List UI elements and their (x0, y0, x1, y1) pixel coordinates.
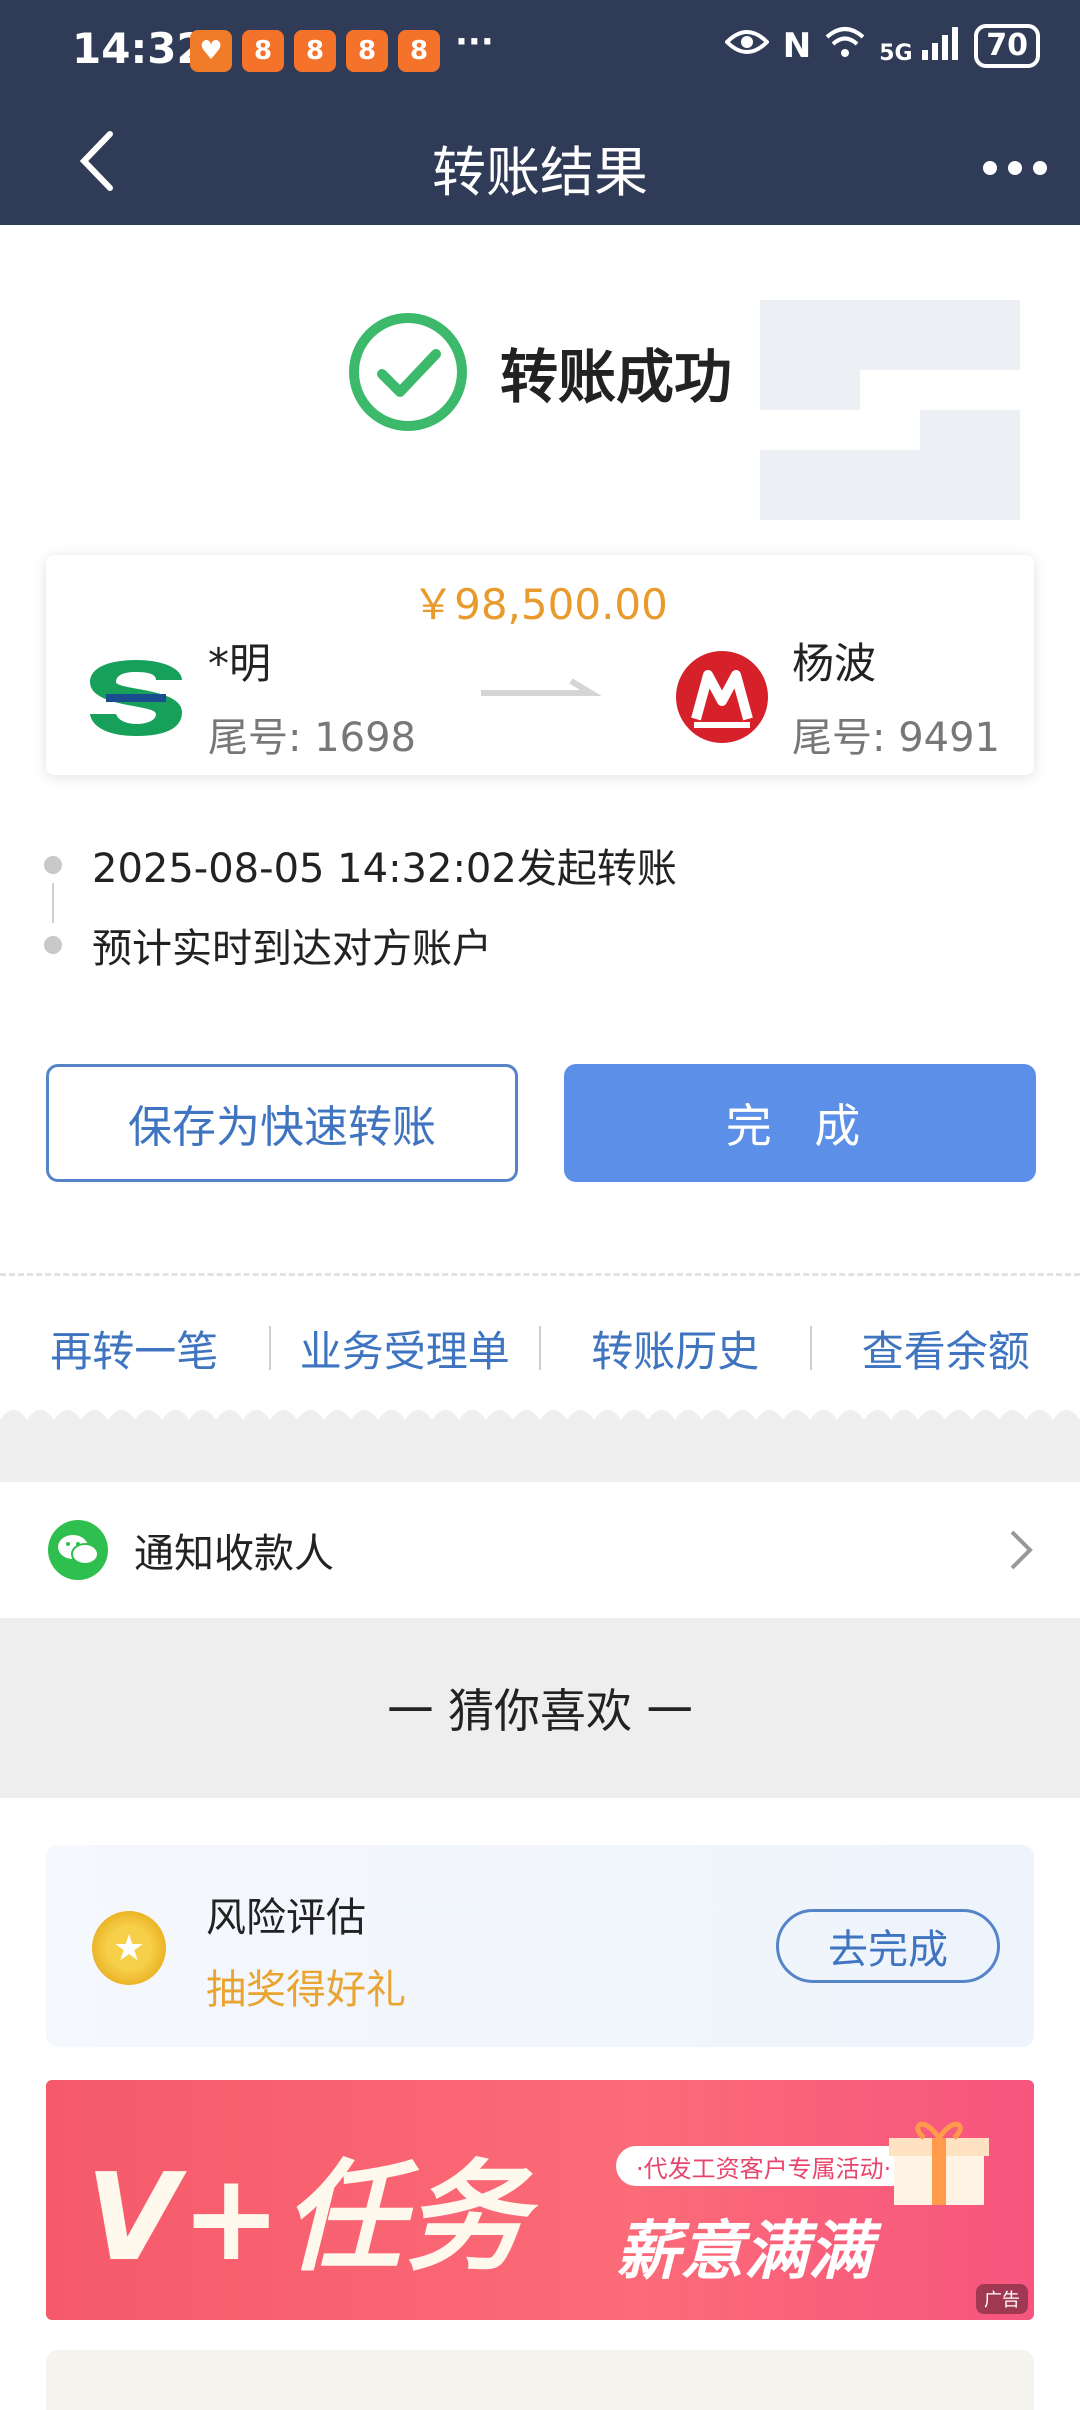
more-menu-button[interactable] (980, 128, 1050, 188)
transfer-card: ￥98,500.00 *明 尾号: 1698 杨波 尾号: 9491 (46, 555, 1034, 775)
transfer-amount: ￥98,500.00 (46, 571, 1034, 632)
recommend-title: 一 猜你喜欢 一 (387, 1675, 692, 1741)
promo-banner[interactable]: V+任务 ·代发工资客户专属活动· 薪意满满 广告 (46, 2080, 1034, 2320)
timeline-text: 预计实时到达对方账户 (92, 916, 492, 974)
bank-watermark-icon (720, 260, 1060, 560)
chevron-right-icon (1006, 1526, 1036, 1574)
status-text: 转账成功 (500, 330, 732, 414)
timeline-dot (44, 856, 62, 874)
status-time: 14:32 (72, 24, 206, 73)
notify-payee-row[interactable]: 通知收款人 (0, 1482, 1080, 1618)
status-bar: 14:32 ♥ 8 8 8 8 ··· N 5G 70 (0, 0, 1080, 100)
banner-subtitle: 薪意满满 (616, 2200, 872, 2292)
notify-payee-label: 通知收款人 (134, 1521, 334, 1579)
divider (0, 1273, 1080, 1276)
success-check-icon (348, 312, 468, 432)
payer: *明 尾号: 1698 (86, 630, 416, 763)
ccb-bank-logo-icon (86, 654, 186, 740)
save-quick-transfer-button[interactable]: 保存为快速转账 (46, 1064, 518, 1182)
risk-assessment-card[interactable]: ★ 风险评估 抽奖得好礼 去完成 (46, 1845, 1034, 2047)
transfer-again-link[interactable]: 再转一笔 (0, 1318, 269, 1379)
banner-tag: ·代发工资客户专属活动· (616, 2146, 911, 2186)
transfer-timeline: 2025-08-05 14:32:02发起转账 预计实时到达对方账户 (44, 825, 677, 985)
timeline-item: 2025-08-05 14:32:02发起转账 (44, 825, 677, 905)
wechat-icon (48, 1520, 108, 1580)
risk-title: 风险评估 (206, 1885, 366, 1943)
transfer-history-link[interactable]: 转账历史 (541, 1318, 810, 1379)
app-notification-icon: 8 (242, 30, 284, 72)
go-complete-button[interactable]: 去完成 (776, 1909, 1000, 1983)
page-title: 转账结果 (0, 128, 1080, 207)
app-notification-icon: ♥ (190, 30, 232, 72)
payee: 杨波 尾号: 9491 (674, 630, 1000, 763)
payer-name: *明 (208, 630, 416, 691)
receipt-link[interactable]: 业务受理单 (271, 1318, 540, 1379)
more-notifications: ··· (455, 22, 494, 62)
nfc-icon: N (783, 26, 811, 66)
section-gap (0, 1425, 1080, 1482)
cmb-bank-logo-icon (674, 649, 770, 745)
next-card-peek (46, 2350, 1034, 2410)
battery-icon: 70 (974, 24, 1040, 68)
gift-box-icon (884, 2110, 994, 2210)
transfer-arrow-icon (481, 675, 601, 705)
notification-icons: ♥ 8 8 8 8 (190, 30, 440, 72)
result-status: 转账成功 (348, 312, 732, 432)
banner-main-text: V+任务 (86, 2120, 527, 2294)
app-notification-icon: 8 (346, 30, 388, 72)
eye-icon (725, 26, 769, 66)
network-type: 5G (879, 41, 912, 66)
payee-account-tail: 尾号: 9491 (792, 705, 1000, 763)
system-icons: N 5G 70 (725, 24, 1040, 68)
timeline-item: 预计实时到达对方账户 (44, 905, 677, 985)
done-button[interactable]: 完 成 (564, 1064, 1036, 1182)
star-coin-icon: ★ (92, 1911, 166, 1985)
recommend-section-header: 一 猜你喜欢 一 (0, 1618, 1080, 1798)
check-balance-link[interactable]: 查看余额 (812, 1318, 1080, 1379)
nav-header: 转账结果 (0, 100, 1080, 225)
more-dots-icon (980, 158, 1050, 178)
quick-links: 再转一笔 业务受理单 转账历史 查看余额 (0, 1308, 1080, 1388)
payee-name: 杨波 (792, 630, 1000, 691)
app-notification-icon: 8 (294, 30, 336, 72)
signal-icon: 5G (879, 26, 960, 66)
timeline-connector (52, 883, 54, 923)
ad-label: 广告 (976, 2284, 1028, 2314)
risk-subtitle: 抽奖得好礼 (206, 1957, 406, 2015)
timeline-dot (44, 936, 62, 954)
payer-account-tail: 尾号: 1698 (208, 705, 416, 763)
app-notification-icon: 8 (398, 30, 440, 72)
wifi-icon (825, 25, 865, 68)
timeline-text: 2025-08-05 14:32:02发起转账 (92, 836, 677, 894)
